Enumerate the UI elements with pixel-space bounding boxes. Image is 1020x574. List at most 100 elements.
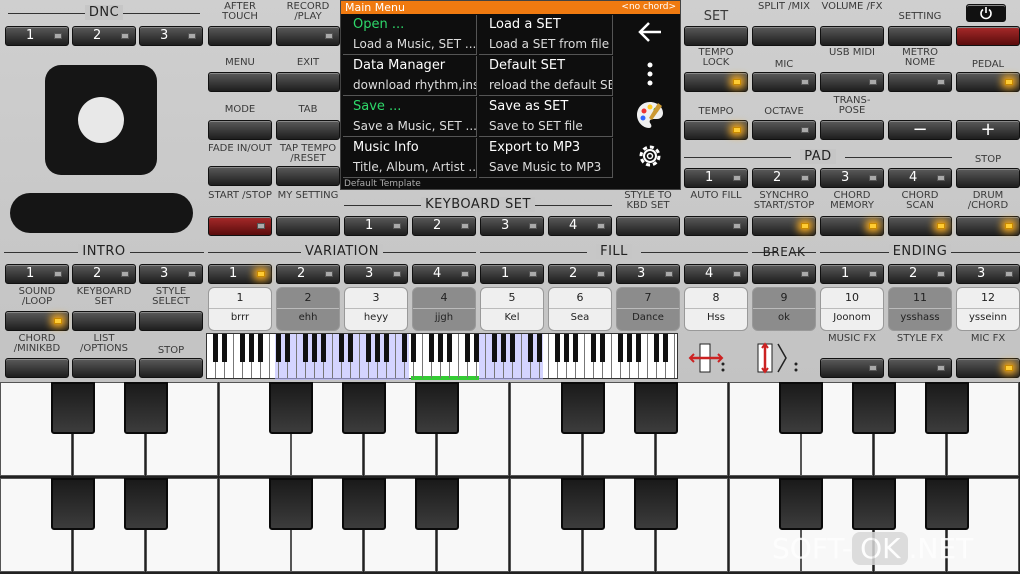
variation-2[interactable]: 2 bbox=[276, 264, 340, 284]
setting-button[interactable] bbox=[888, 26, 952, 46]
tab-button[interactable] bbox=[276, 120, 340, 140]
pad-5[interactable]: 5 Kel bbox=[480, 287, 544, 331]
split-icon[interactable] bbox=[688, 340, 728, 376]
exit-button[interactable] bbox=[276, 72, 340, 92]
dnc-button-2[interactable]: 2 bbox=[72, 26, 136, 46]
ending-3[interactable]: 3 bbox=[956, 264, 1020, 284]
my-setting-button[interactable] bbox=[276, 216, 340, 236]
menu-item-music-info[interactable]: Music Info Title, Album, Artist ... bbox=[343, 138, 477, 178]
kbd-set-4[interactable]: 4 bbox=[548, 216, 612, 236]
black-key[interactable] bbox=[415, 478, 460, 530]
sound-loop-button[interactable] bbox=[5, 311, 69, 331]
more-vertical-icon[interactable] bbox=[626, 59, 674, 95]
black-key[interactable] bbox=[342, 478, 387, 530]
pad-button-4[interactable]: 4 bbox=[888, 168, 952, 188]
pad-4[interactable]: 4 jjgh bbox=[412, 287, 476, 331]
black-key[interactable] bbox=[779, 382, 824, 434]
pad-button-1[interactable]: 1 bbox=[684, 168, 748, 188]
variation-1[interactable]: 1 bbox=[208, 264, 272, 284]
pad-7[interactable]: 7 Dance bbox=[616, 287, 680, 331]
pad-button-3[interactable]: 3 bbox=[820, 168, 884, 188]
plus-button[interactable]: + bbox=[956, 120, 1020, 140]
ending-1[interactable]: 1 bbox=[820, 264, 884, 284]
synchro-button[interactable] bbox=[752, 216, 816, 236]
kbd-set-2[interactable]: 2 bbox=[412, 216, 476, 236]
pitch-bar[interactable] bbox=[10, 193, 193, 233]
start-stop-button[interactable] bbox=[208, 216, 272, 236]
black-key[interactable] bbox=[123, 382, 168, 434]
style-select-button[interactable] bbox=[139, 311, 203, 331]
menu-button[interactable] bbox=[208, 72, 272, 92]
black-key[interactable] bbox=[925, 382, 970, 434]
minus-button[interactable]: − bbox=[888, 120, 952, 140]
mini-keyboard-overview[interactable] bbox=[206, 333, 679, 380]
pedal-button[interactable] bbox=[956, 72, 1020, 92]
dnc-button-1[interactable]: 1 bbox=[5, 26, 69, 46]
chord-scan-button[interactable] bbox=[888, 216, 952, 236]
joystick-knob[interactable] bbox=[78, 97, 124, 143]
drum-chord-button[interactable] bbox=[956, 216, 1020, 236]
intro-3[interactable]: 3 bbox=[139, 264, 203, 284]
pad-12[interactable]: 12 ysseinn bbox=[956, 287, 1020, 331]
pad-button-2[interactable]: 2 bbox=[752, 168, 816, 188]
keyboard-set2-button[interactable] bbox=[72, 311, 136, 331]
black-key[interactable] bbox=[560, 382, 605, 434]
pad-8[interactable]: 8 Hss bbox=[684, 287, 748, 331]
black-key[interactable] bbox=[269, 478, 314, 530]
pad-6[interactable]: 6 Sea bbox=[548, 287, 612, 331]
tap-tempo-button[interactable] bbox=[276, 166, 340, 186]
fill-2[interactable]: 2 bbox=[548, 264, 612, 284]
menu-item-load-set[interactable]: Load a SET Load a SET from file bbox=[479, 15, 613, 55]
pad-3[interactable]: 3 heyy bbox=[344, 287, 408, 331]
joystick[interactable] bbox=[45, 65, 157, 175]
dnc-button-3[interactable]: 3 bbox=[139, 26, 203, 46]
back-arrow-icon[interactable] bbox=[626, 17, 674, 53]
pad-1[interactable]: 1 brrr bbox=[208, 287, 272, 331]
black-key[interactable] bbox=[852, 382, 897, 434]
black-key[interactable] bbox=[50, 478, 95, 530]
octave-button[interactable] bbox=[752, 120, 816, 140]
pad-stop-button[interactable] bbox=[956, 168, 1020, 188]
menu-item-export-mp3[interactable]: Export to MP3 Save Music to MP3 bbox=[479, 138, 613, 178]
split-mix-button[interactable] bbox=[752, 26, 816, 46]
list-options-button[interactable] bbox=[72, 358, 136, 378]
power-bar[interactable] bbox=[956, 26, 1020, 46]
kbd-set-3[interactable]: 3 bbox=[480, 216, 544, 236]
kbd-set-1[interactable]: 1 bbox=[344, 216, 408, 236]
tempo-button[interactable] bbox=[684, 120, 748, 140]
variation-3[interactable]: 3 bbox=[344, 264, 408, 284]
mic-fx-button[interactable] bbox=[956, 358, 1020, 378]
black-key[interactable] bbox=[633, 478, 678, 530]
fill-3[interactable]: 3 bbox=[616, 264, 680, 284]
pad-2[interactable]: 2 ehh bbox=[276, 287, 340, 331]
menu-item-open[interactable]: Open ... Load a Music, SET ... bbox=[343, 15, 477, 55]
transpose-range-icon[interactable] bbox=[752, 340, 812, 376]
palette-icon[interactable] bbox=[626, 99, 674, 135]
black-key[interactable] bbox=[633, 382, 678, 434]
fill-1[interactable]: 1 bbox=[480, 264, 544, 284]
intro-2[interactable]: 2 bbox=[72, 264, 136, 284]
power-button[interactable] bbox=[966, 4, 1006, 22]
menu-item-save[interactable]: Save ... Save a Music, SET ... bbox=[343, 97, 477, 137]
break-button[interactable] bbox=[752, 264, 816, 284]
black-key[interactable] bbox=[50, 382, 95, 434]
black-key[interactable] bbox=[560, 478, 605, 530]
stop2-button[interactable] bbox=[139, 358, 203, 378]
music-fx-button[interactable] bbox=[820, 358, 884, 378]
black-key[interactable] bbox=[925, 478, 970, 530]
chord-memory-button[interactable] bbox=[820, 216, 884, 236]
variation-4[interactable]: 4 bbox=[412, 264, 476, 284]
style-fx-button[interactable] bbox=[888, 358, 952, 378]
style-to-kbd-button[interactable] bbox=[616, 216, 680, 236]
mode-button[interactable] bbox=[208, 120, 272, 140]
black-key[interactable] bbox=[415, 382, 460, 434]
menu-item-default-set[interactable]: Default SET reload the default SET bbox=[479, 56, 613, 96]
pad-11[interactable]: 11 ysshass bbox=[888, 287, 952, 331]
pad-10[interactable]: 10 Joonom bbox=[820, 287, 884, 331]
transpose-button[interactable] bbox=[820, 120, 884, 140]
settings-gear-icon[interactable] bbox=[626, 141, 674, 177]
ending-2[interactable]: 2 bbox=[888, 264, 952, 284]
volume-fx-button[interactable] bbox=[820, 26, 884, 46]
pad-9[interactable]: 9 ok bbox=[752, 287, 816, 331]
set-button[interactable] bbox=[684, 26, 748, 46]
